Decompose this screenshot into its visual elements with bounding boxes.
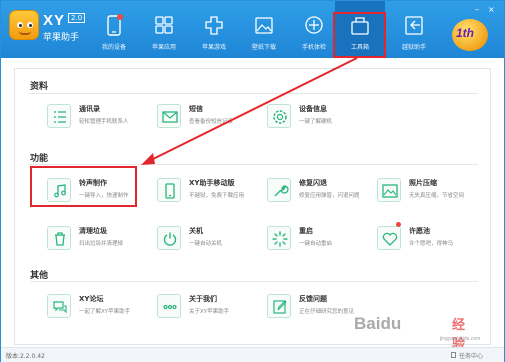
tile-title: 关机 — [189, 227, 203, 235]
notification-dot — [117, 14, 123, 20]
watermark-url: jingyan.baidu.com — [440, 336, 481, 342]
app-name: XY — [43, 12, 66, 29]
nav-label: 苹果游戏 — [201, 44, 226, 51]
game-cross-icon — [205, 16, 223, 35]
tile-wishing[interactable]: 许愿池 许个愿吧，得神马 — [367, 222, 467, 258]
tile-photo-compress[interactable]: 照片压缩 无失真压缩，节省空间 — [367, 174, 467, 210]
tile-title: 设备信息 — [299, 105, 327, 113]
nav-label: 壁纸下载 — [251, 44, 276, 51]
minimize-icon[interactable]: – — [475, 6, 482, 14]
tile-desc: 查看备份短信记录 — [189, 119, 234, 125]
mobile-icon — [157, 178, 181, 202]
tile-sms[interactable]: 短信 查看备份短信记录 — [147, 100, 247, 136]
tile-title: 重启 — [299, 227, 313, 235]
app-logo — [9, 10, 39, 40]
apps-grid-icon — [155, 16, 173, 34]
tile-desc: 关于XY苹果助手 — [189, 309, 230, 315]
tile-device-info[interactable]: 设备信息 一键了解硬机 — [257, 100, 357, 136]
tile-desc: 不越狱，免费下载应用 — [189, 193, 245, 199]
nav-my-device[interactable]: 我的设备 — [89, 1, 139, 58]
divider — [30, 164, 478, 165]
tile-desc: 一键自动关机 — [189, 241, 223, 247]
edit-icon — [267, 294, 291, 318]
tile-title: XY论坛 — [79, 295, 104, 303]
tile-about[interactable]: 关于我们 关于XY苹果助手 — [147, 290, 247, 326]
tile-desc: 一键了解硬机 — [299, 119, 333, 125]
new-badge-dot — [396, 222, 401, 227]
wrench-icon — [267, 178, 291, 202]
divider — [30, 281, 478, 282]
dots-icon — [157, 294, 181, 318]
tile-desc: 无失真压缩，节省空间 — [409, 193, 465, 199]
section-title-functions: 功能 — [30, 154, 49, 164]
close-icon[interactable]: × — [488, 6, 495, 14]
toolbox-highlight-box — [333, 12, 386, 58]
envelope-icon — [157, 104, 181, 128]
section-title-other: 其他 — [30, 271, 49, 281]
trash-icon — [47, 226, 71, 250]
nav-apple-apps[interactable]: 苹果应用 — [139, 1, 189, 58]
tile-desc: 许个愿吧，得神马 — [409, 241, 454, 247]
wallpaper-icon — [255, 17, 273, 34]
tile-xy-mobile[interactable]: XY助手移动版 不越狱，免费下载应用 — [147, 174, 247, 210]
tile-title: 短信 — [189, 105, 203, 113]
version-label: 版本:2.2.0.42 — [6, 353, 45, 360]
tile-restart[interactable]: 重启 一键自动重启 — [257, 222, 357, 258]
nav-phone-check[interactable]: 手机体检 — [289, 1, 339, 58]
tile-title: 通讯录 — [79, 105, 100, 113]
status-bar: 版本:2.2.0.42 任务中心 — [1, 347, 504, 362]
gear-icon — [267, 104, 291, 128]
tile-feedback[interactable]: 反馈问题 正在仔细研究您的意见 — [257, 290, 357, 326]
jailbreak-icon — [405, 16, 423, 35]
app-window: XY 2.0 苹果助手 我的设备 苹果应用 苹果游戏 壁纸下载 手机体检 工具箱… — [0, 0, 505, 362]
watermark: Baidu 经验 jingyan.baidu.com — [354, 314, 480, 351]
divider — [30, 93, 478, 94]
nav-label: 我的设备 — [101, 44, 126, 51]
tile-title: 清理垃圾 — [79, 227, 107, 235]
tile-desc: 轻松管理手机联系人 — [79, 119, 129, 125]
tile-title: 照片压缩 — [409, 179, 437, 187]
plus-circle-icon — [305, 16, 323, 34]
tile-desc: 一起了解XY苹果助手 — [79, 309, 131, 315]
tile-desc: 扫出垃圾并清理掉 — [79, 241, 124, 247]
tile-title: 许愿池 — [409, 227, 430, 235]
loading-icon — [267, 226, 291, 250]
list-icon — [47, 104, 71, 128]
tile-shutdown[interactable]: 关机 一键自动关机 — [147, 222, 247, 258]
tile-desc: 修复应用弹窗，闪退问题 — [299, 193, 360, 199]
tile-forum[interactable]: XY论坛 一起了解XY苹果助手 — [37, 290, 137, 326]
nav-label: 手机体检 — [301, 44, 326, 51]
tile-desc: 正在仔细研究您的意见 — [299, 309, 355, 315]
nav-wallpaper[interactable]: 壁纸下载 — [239, 1, 289, 58]
task-center-link[interactable]: 任务中心 — [459, 351, 483, 360]
tile-repair[interactable]: 修复闪退 修复应用弹窗，闪退问题 — [257, 174, 360, 210]
top-nav-bar: XY 2.0 苹果助手 我的设备 苹果应用 苹果游戏 壁纸下载 手机体检 工具箱… — [1, 1, 504, 58]
version-badge: 2.0 — [68, 13, 86, 23]
task-center-icon[interactable] — [451, 352, 456, 358]
tile-title: 关于我们 — [189, 295, 217, 303]
chat-icon — [47, 294, 71, 318]
nav-apple-games[interactable]: 苹果游戏 — [189, 1, 239, 58]
tile-cleanup[interactable]: 清理垃圾 扫出垃圾并清理掉 — [37, 222, 137, 258]
watermark-text: Baidu — [354, 314, 402, 333]
nav-label: 越狱助手 — [401, 44, 426, 51]
tile-contacts[interactable]: 通讯录 轻松管理手机联系人 — [37, 100, 137, 136]
nav-jailbreak[interactable]: 越狱助手 — [389, 1, 439, 58]
ringtone-highlight-box — [30, 166, 137, 207]
power-icon — [157, 226, 181, 250]
app-brand: XY 2.0 苹果助手 — [43, 10, 86, 43]
nav-label: 苹果应用 — [151, 44, 176, 51]
app-subtitle: 苹果助手 — [43, 33, 80, 43]
heart-icon — [377, 226, 401, 250]
tile-title: XY助手移动版 — [189, 179, 235, 187]
section-title-data: 资料 — [30, 82, 49, 92]
tile-desc: 一键自动重启 — [299, 241, 333, 247]
tile-title: 修复闪退 — [299, 179, 327, 187]
mascot-text: 1th — [456, 26, 474, 40]
tile-title: 反馈问题 — [299, 295, 327, 303]
photo-icon — [377, 178, 401, 202]
mascot-badge[interactable]: 1th — [450, 17, 490, 53]
